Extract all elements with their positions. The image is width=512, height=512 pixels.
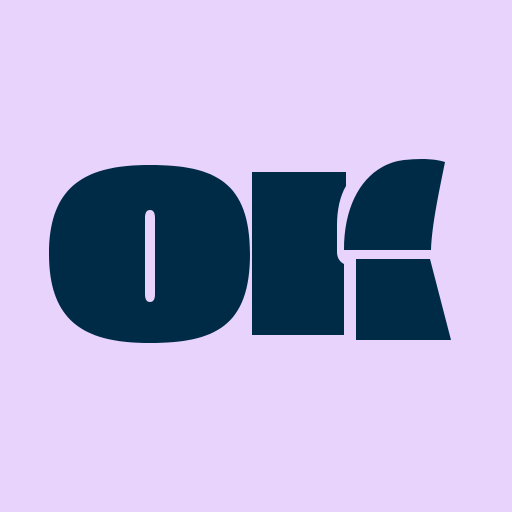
app-icon	[0, 0, 512, 512]
ok-logo-icon	[0, 0, 512, 512]
letter-k-stem	[252, 172, 346, 335]
